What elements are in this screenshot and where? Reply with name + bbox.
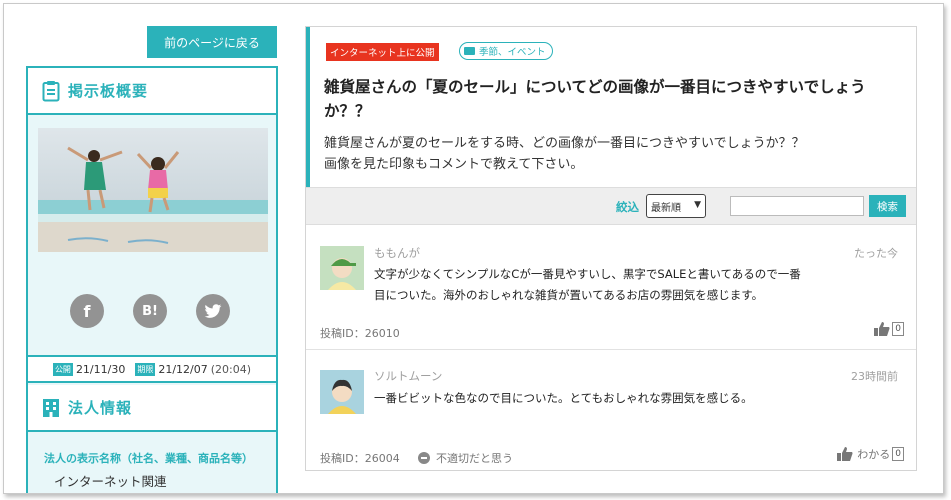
category-label: 季節、イベント xyxy=(479,47,546,58)
twitter-share-button[interactable] xyxy=(196,294,230,328)
like-count: 0 xyxy=(892,322,904,336)
chevron-down-icon: ▼ xyxy=(694,200,701,210)
question-title: 雑貨屋さんの「夏のセール」についてどの画像が一番目につきやすいでしょうか？？ xyxy=(324,78,866,120)
deadline-time: (20:04) xyxy=(210,362,252,376)
sidebar-panel: 掲示板概要 f B! 公開 21/11/30 期限 21/12/07 (20:0… xyxy=(26,66,278,493)
board-image[interactable] xyxy=(38,128,268,252)
building-icon xyxy=(43,398,59,417)
avatar-dark-hair xyxy=(320,370,364,414)
comment-body-line-1: 一番ビビットな色なので目についた。とてもおしゃれな雰囲気を感じる。 xyxy=(374,391,753,405)
like-button[interactable]: わかる 0 xyxy=(837,446,904,462)
corp-header: 法人情報 xyxy=(28,385,276,432)
twitter-icon xyxy=(204,303,222,318)
question-description: 雑貨屋さんが夏のセールをする時、どの画像が一番目につきやすいでしょうか？？ 画像… xyxy=(324,133,805,175)
hatena-bookmark-button[interactable]: B! xyxy=(133,294,167,328)
like-count: 0 xyxy=(892,447,904,461)
comment-item: ソルトムーン 23時間前 一番ビビットな色なので目についた。とてもおしゃれな雰囲… xyxy=(306,349,916,469)
facebook-share-button[interactable]: f xyxy=(70,294,104,328)
facebook-icon: f xyxy=(83,301,91,321)
summary-title: 掲示板概要 xyxy=(68,82,149,100)
comment-author: ソルトムーン xyxy=(374,369,443,383)
deadline-date: 21/12/07 xyxy=(158,362,208,376)
like-label: わかる xyxy=(857,448,891,461)
post-id: 投稿ID：26010 xyxy=(320,327,400,340)
filter-bar: 絞込 最新順 ▼ 検索 xyxy=(306,187,916,225)
comment-body-line-1: 文字が少なくてシンプルなCが一番見やすいし、黒字でSALEと書いてあるので一番 xyxy=(374,267,801,281)
question-block: インターネット上に公開 季節、イベント 雑貨屋さんの「夏のセール」についてどの画… xyxy=(306,27,916,187)
folder-icon xyxy=(464,47,475,55)
deadline-tag: 期限 xyxy=(135,362,156,376)
filter-label: 絞込 xyxy=(616,200,639,214)
comment-time: 23時間前 xyxy=(851,370,898,383)
report-link[interactable]: 不適切だと思う xyxy=(418,450,513,466)
main-content: インターネット上に公開 季節、イベント 雑貨屋さんの「夏のセール」についてどの画… xyxy=(305,26,917,471)
beach-photo xyxy=(38,128,268,252)
post-id: 投稿ID：26004 xyxy=(320,452,400,465)
thumbs-up-icon xyxy=(837,447,853,461)
sort-value: 最新順 xyxy=(651,202,681,214)
comment-body: 文字が少なくてシンプルなCが一番見やすいし、黒字でSALEと書いてあるので一番 … xyxy=(374,264,814,306)
avatar xyxy=(320,370,364,414)
comment-item: ももんが たった今 文字が少なくてシンプルなCが一番見やすいし、黒字でSALEと… xyxy=(306,230,916,350)
corp-title: 法人情報 xyxy=(68,399,133,417)
question-desc-line-1: 雑貨屋さんが夏のセールをする時、どの画像が一番目につきやすいでしょうか？？ xyxy=(324,136,805,151)
browser-frame: 前のページに戻る 掲示板概要 f B! 公開 21/11/30 期限 21/12… xyxy=(3,3,944,494)
corp-field-value: インターネット関連 xyxy=(54,474,167,489)
comment-author: ももんが xyxy=(374,246,420,260)
back-button[interactable]: 前のページに戻る xyxy=(147,26,277,58)
minus-circle-icon xyxy=(418,452,430,464)
comment-body-line-2: 目についた。海外のおしゃれな雑貨が置いてあるお店の雰囲気を感じます。 xyxy=(374,288,764,302)
visibility-badge: インターネット上に公開 xyxy=(326,43,439,61)
public-tag: 公開 xyxy=(52,362,73,376)
search-input[interactable] xyxy=(730,196,864,216)
thumbs-up-icon xyxy=(874,322,890,336)
like-button[interactable]: 0 xyxy=(874,322,904,336)
date-row: 公開 21/11/30 期限 21/12/07 (20:04) xyxy=(28,355,276,383)
avatar-green-cap xyxy=(320,246,364,290)
avatar xyxy=(320,246,364,290)
category-badge[interactable]: 季節、イベント xyxy=(459,42,553,60)
report-label: 不適切だと思う xyxy=(436,452,513,465)
comment-time: たった今 xyxy=(854,247,898,260)
corp-field-label: 法人の表示名称（社名、業種、商品名等） xyxy=(44,452,253,465)
hatena-icon: B! xyxy=(142,303,158,319)
comment-body: 一番ビビットな色なので目についた。とてもおしゃれな雰囲気を感じる。 xyxy=(374,388,814,409)
public-date: 21/11/30 xyxy=(75,362,126,376)
sort-select[interactable]: 最新順 ▼ xyxy=(646,194,706,218)
summary-header: 掲示板概要 xyxy=(28,68,276,115)
question-desc-line-2: 画像を見た印象もコメントで教えて下さい。 xyxy=(324,157,584,172)
clipboard-icon xyxy=(42,80,60,101)
search-button[interactable]: 検索 xyxy=(869,195,906,217)
